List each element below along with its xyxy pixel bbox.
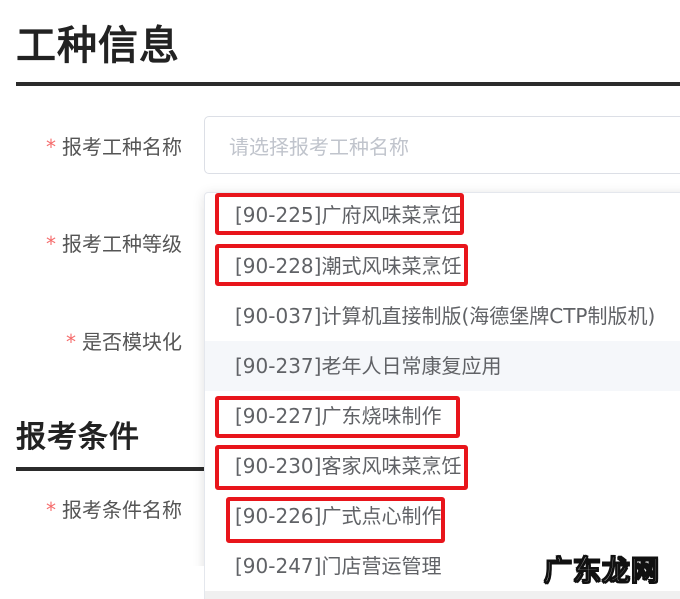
page: 工种信息 *报考工种名称 *报考工种等级 *是否模块化 报考条件 *报考条件名称… xyxy=(0,0,680,599)
job-name-label: * 报考工种名称 xyxy=(46,133,182,161)
section-divider xyxy=(16,82,680,86)
modular-label-text: 是否模块化 xyxy=(82,330,182,354)
section-divider xyxy=(16,467,206,471)
condition-name-label-text: 报考条件名称 xyxy=(62,498,182,522)
dropdown-next-option-partial[interactable] xyxy=(205,591,680,599)
highlight-box xyxy=(226,497,445,543)
required-mark: * xyxy=(46,498,56,522)
exam-conditions-section-title: 报考条件 xyxy=(16,420,140,455)
job-name-select[interactable] xyxy=(204,116,680,174)
job-level-label: * 报考工种等级 xyxy=(46,230,182,258)
required-mark: * xyxy=(46,232,56,256)
highlight-box xyxy=(215,445,468,490)
highlight-box xyxy=(215,193,464,235)
highlight-box xyxy=(215,396,460,438)
dropdown-option-hovered[interactable]: [90-237]老年人日常康复应用 xyxy=(205,341,680,391)
job-level-label-text: 报考工种等级 xyxy=(62,232,182,256)
dropdown-option[interactable]: [90-037]计算机直接制版(海德堡牌CTP制版机) xyxy=(205,291,680,341)
job-info-section-title: 工种信息 xyxy=(16,23,180,69)
required-mark: * xyxy=(66,330,76,354)
watermark: 广东龙网 xyxy=(543,554,661,588)
highlight-box xyxy=(215,244,468,286)
job-name-label-text: 报考工种名称 xyxy=(62,135,182,159)
job-name-input[interactable] xyxy=(227,131,631,163)
modular-label: * 是否模块化 xyxy=(66,328,182,356)
required-mark: * xyxy=(46,135,56,159)
condition-name-label: * 报考条件名称 xyxy=(46,496,182,524)
cropped-form-area xyxy=(0,566,204,599)
